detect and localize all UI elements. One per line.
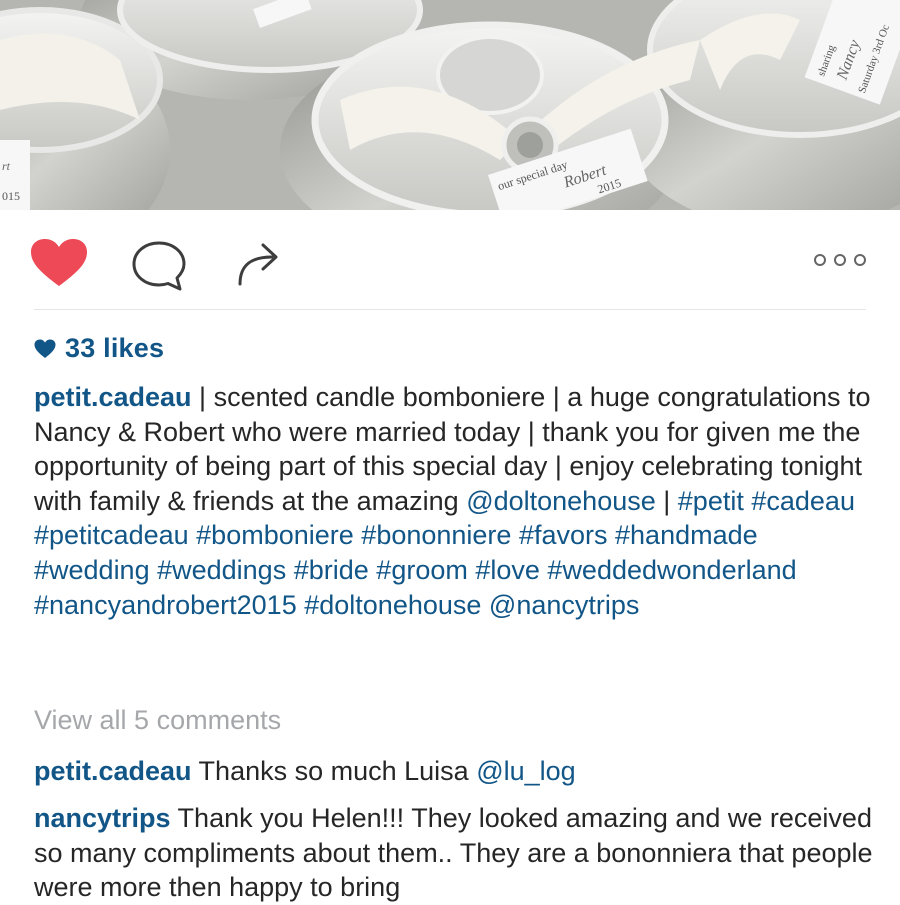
caption-separator: | — [655, 485, 678, 516]
action-divider — [34, 309, 866, 310]
hashtag-link[interactable]: #handmade — [615, 520, 758, 550]
mention-link[interactable]: @lu_log — [476, 756, 575, 786]
more-options-button[interactable] — [812, 250, 868, 270]
share-arrow-icon — [238, 243, 278, 286]
hashtag-link[interactable]: #bomboniere — [196, 520, 354, 550]
comment-button[interactable] — [131, 240, 187, 292]
hashtag-link[interactable]: #petit — [678, 486, 744, 516]
comment-item: petit.cadeau Thanks so much Luisa @lu_lo… — [34, 754, 874, 789]
more-dots-icon — [814, 254, 866, 266]
like-button[interactable] — [30, 238, 88, 288]
hashtag-link[interactable]: #weddedwonderland — [547, 555, 796, 585]
post-photo[interactable]: our special day Robert 2015 sharing Nanc… — [0, 0, 900, 210]
hashtag-link[interactable]: #bride — [294, 555, 369, 585]
heart-filled-icon — [31, 239, 87, 286]
hashtag-link[interactable]: #bononniere — [361, 520, 511, 550]
tag-text-left-1: rt — [2, 159, 11, 173]
likes-label: 33 likes — [65, 333, 165, 363]
hashtag-link[interactable]: #cadeau — [751, 486, 855, 516]
comment-username[interactable]: nancytrips — [34, 803, 171, 833]
view-all-comments-link[interactable]: View all 5 comments — [34, 705, 281, 736]
comment-bubble-icon — [132, 241, 186, 291]
caption-username[interactable]: petit.cadeau — [34, 382, 192, 412]
post-action-bar — [0, 210, 900, 310]
hashtag-link[interactable]: #favors — [519, 520, 608, 550]
hashtag-link[interactable]: #petitcadeau — [34, 520, 189, 550]
hashtag-link[interactable]: #doltonehouse — [304, 590, 481, 620]
share-button[interactable] — [236, 240, 284, 288]
comment-item: nancytrips Thank you Helen!!! They looke… — [34, 801, 874, 905]
hashtag-link[interactable]: #love — [475, 555, 540, 585]
mention-link[interactable]: @doltonehouse — [466, 486, 656, 516]
hashtag-link[interactable]: #weddings — [157, 555, 286, 585]
comment-username[interactable]: petit.cadeau — [34, 756, 192, 786]
post-caption: petit.cadeau | scented candle bomboniere… — [34, 380, 874, 622]
likes-count[interactable]: 33 likes — [34, 333, 164, 364]
hashtag-link[interactable]: #groom — [376, 555, 468, 585]
small-heart-icon — [34, 339, 56, 358]
hashtag-link[interactable]: #nancyandrobert2015 — [34, 590, 297, 620]
comment-text: Thanks so much Luisa — [191, 756, 477, 786]
hashtag-link[interactable]: #wedding — [34, 555, 150, 585]
tag-text-left-2: 015 — [2, 189, 20, 203]
candle-jars-image: our special day Robert 2015 sharing Nanc… — [0, 0, 900, 210]
mention-link[interactable]: @nancytrips — [489, 590, 639, 620]
